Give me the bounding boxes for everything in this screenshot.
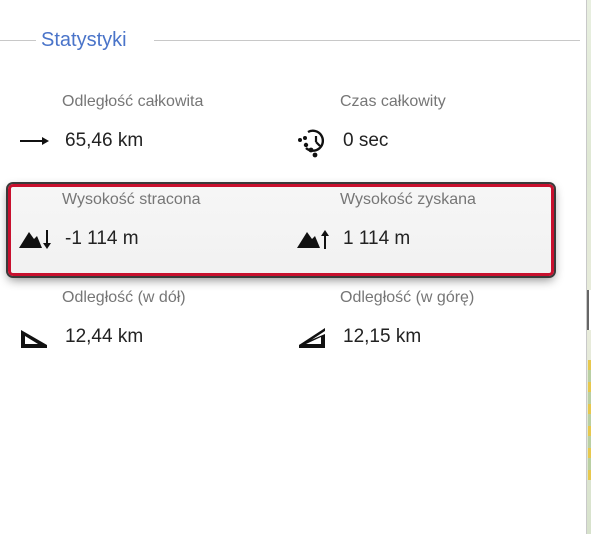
arrow-right-icon — [18, 128, 52, 154]
timer-icon — [296, 128, 330, 158]
stat-label: Odległość (w dół) — [62, 289, 186, 306]
statistics-panel: Statystyki Odległość całkowita 65,46 km … — [0, 0, 591, 534]
stat-label: Wysokość stracona — [62, 191, 201, 208]
stat-value: 12,15 km — [343, 326, 422, 347]
stat-label: Odległość całkowita — [62, 93, 204, 110]
header-divider-right — [154, 40, 580, 41]
section-title: Statystyki — [41, 29, 127, 51]
stat-total-time: Czas całkowity 0 sec — [296, 92, 536, 158]
stat-distance-down: Odległość (w dół) 12,44 km — [18, 288, 258, 352]
stat-label: Wysokość zyskana — [340, 191, 476, 208]
stat-value: 12,44 km — [65, 326, 144, 347]
stat-label: Czas całkowity — [340, 93, 446, 110]
stat-elevation-gained: Wysokość zyskana 1 114 m — [296, 190, 536, 254]
slope-up-icon — [296, 324, 330, 350]
section-header: Statystyki — [0, 27, 580, 55]
stat-value: 65,46 km — [65, 130, 144, 151]
stat-value: 1 114 m — [343, 228, 411, 249]
mountain-up-icon — [296, 226, 330, 252]
stat-elevation-lost: Wysokość stracona -1 114 m — [18, 190, 258, 254]
mountain-down-icon — [18, 226, 52, 252]
stat-value: -1 114 m — [65, 228, 139, 249]
stat-label: Odległość (w górę) — [340, 289, 475, 306]
slope-down-icon — [18, 324, 52, 350]
stat-value: 0 sec — [343, 130, 389, 151]
stat-total-distance: Odległość całkowita 65,46 km — [18, 92, 258, 156]
map-edge[interactable] — [586, 0, 591, 534]
header-divider-left — [0, 40, 36, 41]
stat-distance-up: Odległość (w górę) 12,15 km — [296, 288, 536, 352]
